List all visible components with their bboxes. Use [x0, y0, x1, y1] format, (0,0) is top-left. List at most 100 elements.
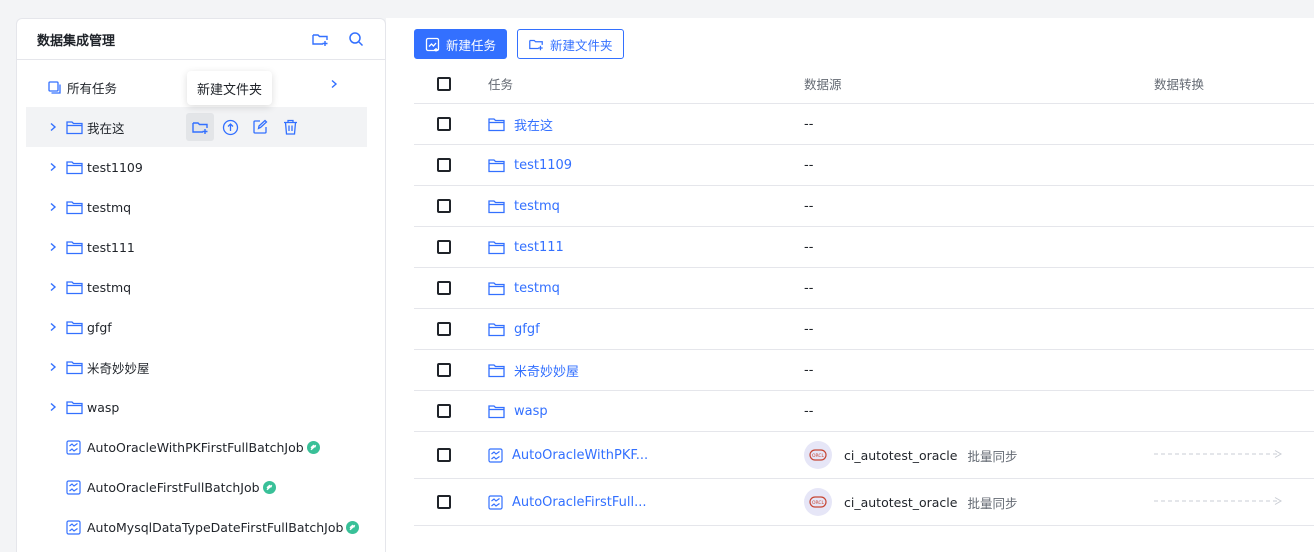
- table-row[interactable]: AutoOracleWithPKF... ORCL ci_autotest_orac…: [414, 432, 1314, 479]
- sidebar-folder-item[interactable]: test1109: [26, 147, 367, 187]
- oracle-logo-icon: ORCL: [804, 488, 832, 516]
- folder-icon: [488, 322, 505, 337]
- row-name-link[interactable]: AutoOracleWithPKF...: [512, 448, 648, 463]
- table-row[interactable]: test1109 --: [414, 145, 1314, 186]
- sidebar-folder-label: gfgf: [87, 319, 112, 335]
- table-row[interactable]: 米奇妙妙屋 --: [414, 350, 1314, 391]
- sidebar-folder-label: testmq: [87, 279, 132, 295]
- edit-icon[interactable]: [246, 113, 274, 141]
- table-row[interactable]: AutoOracleFirstFull... ORCL ci_autotest_or…: [414, 479, 1314, 526]
- chevron-right-icon[interactable]: [48, 202, 62, 212]
- chevron-right-icon[interactable]: [329, 79, 339, 89]
- folder-icon: [488, 404, 505, 419]
- new-task-button[interactable]: 新建任务: [414, 29, 508, 59]
- folder-icon: [66, 160, 83, 175]
- table-row[interactable]: test111 --: [414, 227, 1314, 268]
- chevron-right-icon[interactable]: [48, 162, 62, 172]
- chevron-right-icon[interactable]: [48, 322, 62, 332]
- table-row[interactable]: 我在这 --: [414, 104, 1314, 145]
- sidebar-task-item[interactable]: AutoOracleFirstFullBatchJob: [26, 467, 367, 507]
- app-frame: 数据集成管理 新建文件夹 所有任务 我在这 test1109 testmq test11…: [0, 0, 1314, 552]
- chevron-right-icon[interactable]: [48, 242, 62, 252]
- row-checkbox[interactable]: [437, 322, 451, 336]
- row-checkbox[interactable]: [437, 281, 451, 295]
- row-name-link[interactable]: testmq: [514, 281, 560, 296]
- sidebar-folder-item[interactable]: wasp: [26, 387, 367, 427]
- new-folder-label: 新建文件夹: [550, 37, 613, 53]
- folder-icon: [66, 120, 83, 135]
- table-row[interactable]: testmq --: [414, 186, 1314, 227]
- task-icon: [488, 494, 503, 510]
- new-folder-button[interactable]: 新建文件夹: [517, 29, 624, 59]
- row-name-link[interactable]: testmq: [514, 199, 560, 214]
- toolbar: 新建任务 新建文件夹: [414, 29, 624, 59]
- sidebar-folder-item[interactable]: gfgf: [26, 307, 367, 347]
- folder-icon: [488, 117, 505, 132]
- source-type: 批量同步: [967, 448, 1018, 464]
- folder-icon: [66, 240, 83, 255]
- row-checkbox[interactable]: [437, 495, 451, 509]
- row-name-link[interactable]: gfgf: [514, 322, 540, 337]
- header-transform: 数据转换: [1154, 77, 1205, 92]
- folder-icon: [66, 280, 83, 295]
- chevron-right-icon[interactable]: [48, 402, 62, 412]
- row-checkbox[interactable]: [437, 448, 451, 462]
- transform-arrow-icon: [1154, 448, 1284, 463]
- table-row[interactable]: testmq --: [414, 268, 1314, 309]
- chevron-right-icon[interactable]: [48, 122, 62, 132]
- chevron-right-icon[interactable]: [48, 282, 62, 292]
- source-empty: --: [804, 403, 814, 419]
- row-name-link[interactable]: AutoOracleFirstFull...: [512, 495, 646, 510]
- status-ok-icon: [306, 440, 320, 454]
- sidebar-task-label: AutoOracleFirstFullBatchJob: [87, 479, 260, 495]
- task-icon: [66, 479, 81, 495]
- sidebar-folder-label: 米奇妙妙屋: [87, 360, 150, 376]
- sidebar-folder-item[interactable]: 米奇妙妙屋: [26, 347, 367, 387]
- row-checkbox[interactable]: [437, 158, 451, 172]
- row-name-link[interactable]: wasp: [514, 404, 548, 419]
- sidebar-folder-item[interactable]: testmq: [26, 187, 367, 227]
- sidebar-title: 数据集成管理: [37, 33, 116, 49]
- folder-icon: [66, 400, 83, 415]
- row-name-link[interactable]: test111: [514, 240, 564, 255]
- sidebar-folder-label: test111: [87, 239, 135, 255]
- row-checkbox[interactable]: [437, 363, 451, 377]
- folder-add-icon[interactable]: [186, 113, 214, 141]
- folder-icon: [488, 240, 505, 255]
- folder-icon: [66, 360, 83, 375]
- table-body: 我在这 -- test1109 -- testmq -- test111 -- testmq --…: [414, 104, 1314, 526]
- row-checkbox[interactable]: [437, 199, 451, 213]
- upload-icon[interactable]: [216, 113, 244, 141]
- row-name-link[interactable]: test1109: [514, 158, 572, 173]
- table-row[interactable]: wasp --: [414, 391, 1314, 432]
- row-checkbox[interactable]: [437, 404, 451, 418]
- folder-icon: [488, 281, 505, 296]
- folder-tree: 所有任务 我在这 test1109 testmq test111 testmq gfgf 米奇…: [26, 67, 367, 547]
- new-task-icon: [425, 37, 440, 52]
- sidebar-item-label: 所有任务: [67, 80, 118, 96]
- sidebar-task-item[interactable]: AutoMysqlDataTypeDateFirstFullBatchJob: [26, 507, 367, 547]
- folder-icon: [66, 200, 83, 215]
- row-checkbox[interactable]: [437, 117, 451, 131]
- table-row[interactable]: gfgf --: [414, 309, 1314, 350]
- source-empty: --: [804, 321, 814, 337]
- chevron-right-icon[interactable]: [48, 362, 62, 372]
- row-name-link[interactable]: 米奇妙妙屋: [514, 361, 579, 380]
- sidebar-folder-item[interactable]: testmq: [26, 267, 367, 307]
- status-ok-icon: [262, 480, 276, 494]
- source-name: ci_autotest_oracle: [844, 447, 958, 463]
- header-task: 任务: [488, 77, 514, 92]
- delete-icon[interactable]: [276, 113, 304, 141]
- transform-arrow-icon: [1154, 495, 1284, 510]
- select-all-checkbox[interactable]: [437, 76, 451, 91]
- sidebar-task-label: AutoOracleWithPKFirstFullBatchJob: [87, 439, 304, 455]
- row-checkbox[interactable]: [437, 240, 451, 254]
- folder-add-icon[interactable]: [311, 30, 329, 48]
- sidebar-folder-item[interactable]: test111: [26, 227, 367, 267]
- sidebar-folder-label: 我在这: [87, 120, 125, 136]
- search-icon[interactable]: [347, 30, 365, 48]
- row-name-link[interactable]: 我在这: [514, 115, 553, 134]
- sidebar-folder-item[interactable]: 我在这: [26, 107, 367, 147]
- sidebar-task-item[interactable]: AutoOracleWithPKFirstFullBatchJob: [26, 427, 367, 467]
- task-icon: [66, 519, 81, 535]
